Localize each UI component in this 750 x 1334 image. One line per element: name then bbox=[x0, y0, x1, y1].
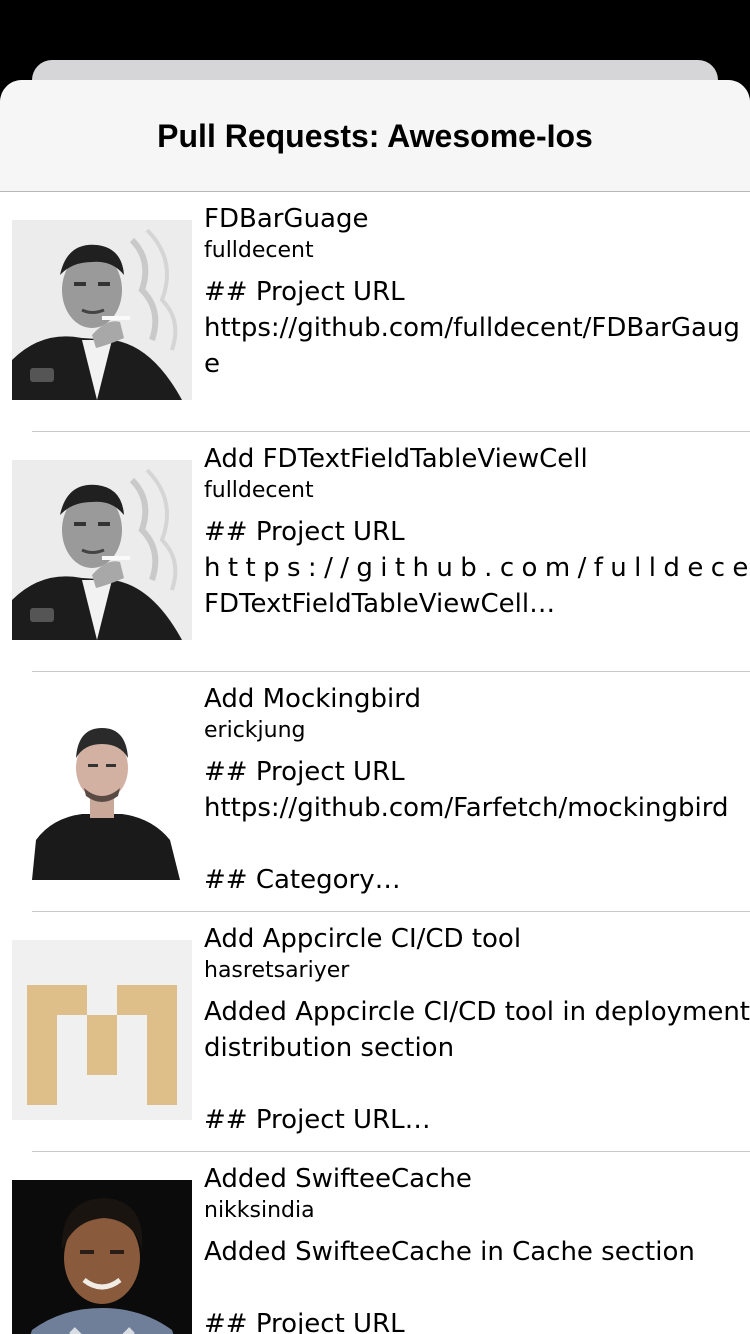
man-smiling-photo bbox=[12, 1180, 192, 1334]
pull-request-author: nikksindia bbox=[204, 1198, 315, 1223]
pull-request-title: Added SwifteeCache bbox=[204, 1164, 472, 1194]
avatar bbox=[12, 1180, 192, 1334]
pull-request-author: fulldecent bbox=[204, 238, 314, 263]
avatar bbox=[12, 220, 192, 400]
list-item[interactable]: Add Appcircle CI/CD tool hasretsariyer A… bbox=[0, 912, 750, 1152]
pull-request-body: Added SwifteeCache in Cache section ## P… bbox=[204, 1237, 695, 1334]
body-line: https://github.com/fulldecent/ bbox=[204, 553, 750, 583]
pull-request-content: Add Appcircle CI/CD tool hasretsariyer A… bbox=[204, 922, 750, 1138]
body-line: FDTextFieldTableViewCell… bbox=[204, 589, 556, 619]
pull-request-content: Added SwifteeCache nikksindia Added Swif… bbox=[204, 1162, 750, 1334]
man-smoking-photo bbox=[12, 460, 192, 640]
pull-request-body: ## Project URL https://github.com/fullde… bbox=[204, 514, 750, 658]
pull-request-list[interactable]: FDBarGuage fulldecent ## Project URL htt… bbox=[0, 192, 750, 1334]
pull-request-author: hasretsariyer bbox=[204, 958, 350, 983]
list-item[interactable]: Added SwifteeCache nikksindia Added Swif… bbox=[0, 1152, 750, 1334]
pull-request-title: Add Mockingbird bbox=[204, 684, 421, 714]
pull-request-title: FDBarGuage bbox=[204, 204, 369, 234]
pull-request-title: Add FDTextFieldTableViewCell bbox=[204, 444, 588, 474]
pull-request-body: ## Project URL https://github.com/fullde… bbox=[204, 277, 740, 379]
pull-request-author: erickjung bbox=[204, 718, 306, 743]
list-item[interactable]: Add Mockingbird erickjung ## Project URL… bbox=[0, 672, 750, 912]
avatar bbox=[12, 700, 192, 880]
pull-request-content: Add Mockingbird erickjung ## Project URL… bbox=[204, 682, 750, 898]
identicon-tan bbox=[12, 940, 192, 1120]
pull-request-body: ## Project URL https://github.com/Farfet… bbox=[204, 757, 729, 895]
avatar bbox=[12, 940, 192, 1120]
man-smoking-photo bbox=[12, 220, 192, 400]
page-title: Pull Requests: Awesome-Ios bbox=[157, 118, 593, 154]
navigation-bar: Pull Requests: Awesome-Ios bbox=[0, 80, 750, 192]
list-item[interactable]: FDBarGuage fulldecent ## Project URL htt… bbox=[0, 192, 750, 432]
pull-request-content: Add FDTextFieldTableViewCell fulldecent … bbox=[204, 442, 750, 658]
man-black-tshirt-photo bbox=[12, 700, 192, 880]
pull-request-body: Added Appcircle CI/CD tool in deployment… bbox=[204, 997, 750, 1135]
pull-requests-sheet: Pull Requests: Awesome-Ios FDBarGuage fu… bbox=[0, 80, 750, 1334]
list-item[interactable]: Add FDTextFieldTableViewCell fulldecent … bbox=[0, 432, 750, 672]
avatar bbox=[12, 460, 192, 640]
pull-request-author: fulldecent bbox=[204, 478, 314, 503]
body-line: ## Project URL bbox=[204, 517, 405, 547]
pull-request-content: FDBarGuage fulldecent ## Project URL htt… bbox=[204, 202, 750, 418]
pull-request-title: Add Appcircle CI/CD tool bbox=[204, 924, 522, 954]
